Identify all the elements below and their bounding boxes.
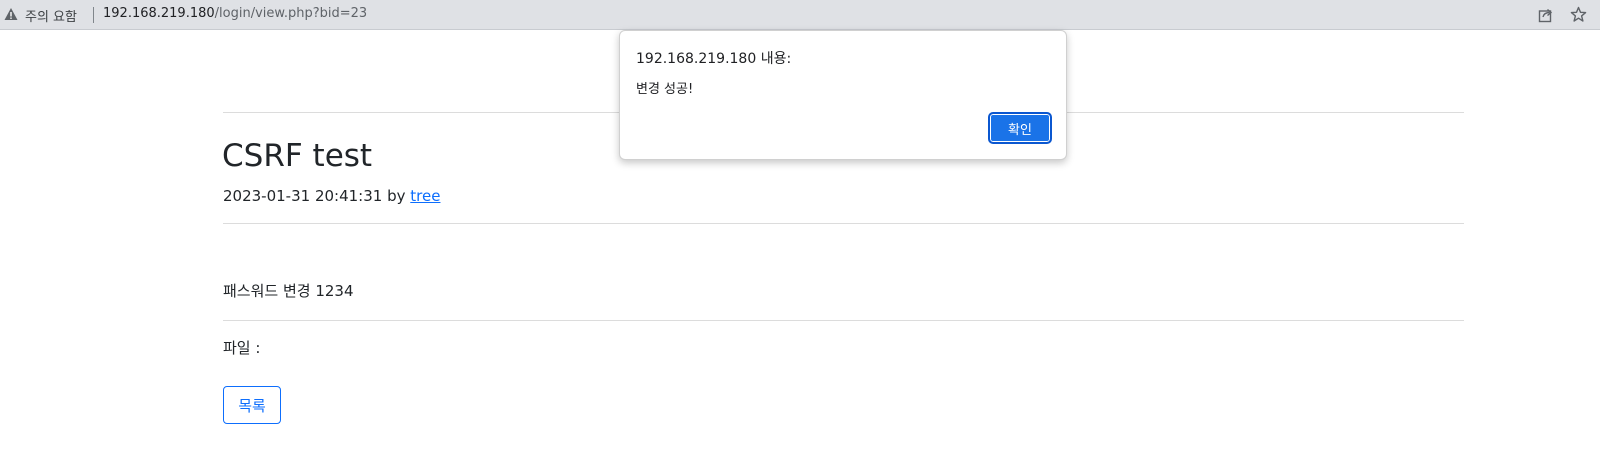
- address-bar[interactable]: 주의 요함 192.168.219.180/login/view.php?bid…: [0, 0, 1600, 30]
- post-datetime: 2023-01-31 20:41:31: [223, 187, 383, 205]
- author-link[interactable]: tree: [410, 187, 440, 205]
- warning-icon[interactable]: [4, 7, 18, 21]
- post-meta: 2023-01-31 20:41:31 by tree: [223, 185, 440, 207]
- url-host: 192.168.219.180: [103, 6, 215, 21]
- url-path: /login/view.php?bid=23: [214, 6, 368, 21]
- list-button[interactable]: 목록: [223, 386, 281, 424]
- share-icon[interactable]: [1538, 7, 1554, 23]
- post-by-label: by: [387, 187, 406, 205]
- file-label: 파일 :: [223, 339, 261, 357]
- security-warning-label[interactable]: 주의 요함: [25, 6, 77, 25]
- address-divider: [93, 7, 94, 23]
- content-divider: [223, 320, 1464, 321]
- bookmark-star-icon[interactable]: [1570, 6, 1587, 23]
- header-divider: [223, 223, 1464, 224]
- post-title: CSRF test: [222, 138, 373, 174]
- alert-dialog: 192.168.219.180 내용: 변경 성공! 확인: [619, 30, 1067, 160]
- url-text[interactable]: 192.168.219.180/login/view.php?bid=23: [103, 6, 367, 21]
- ok-button[interactable]: 확인: [988, 112, 1052, 144]
- alert-message: 변경 성공!: [636, 82, 694, 97]
- post-content: 패스워드 변경 1234: [223, 282, 354, 300]
- alert-title: 192.168.219.180 내용:: [636, 51, 792, 67]
